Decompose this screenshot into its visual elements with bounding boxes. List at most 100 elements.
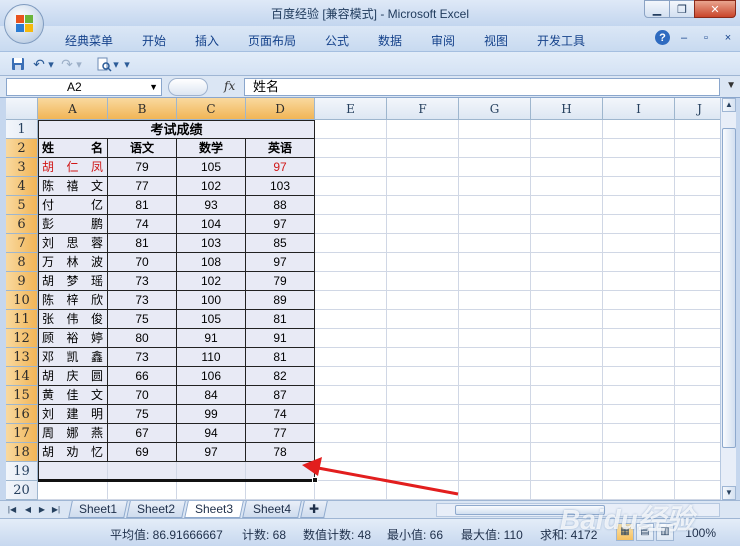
header-chinese-cell[interactable]: 语文 (108, 139, 177, 158)
vertical-scrollbar[interactable]: ▲ ▼ (720, 98, 736, 500)
english-score-cell[interactable]: 79 (246, 272, 315, 291)
name-cell[interactable]: 陈梓欣 (38, 291, 108, 310)
column-header-e[interactable]: E (315, 98, 387, 120)
page-layout-view-icon[interactable]: ▤ (636, 523, 654, 541)
name-box[interactable]: A2 ▼ (6, 78, 162, 96)
row-header-10[interactable]: 10 (6, 291, 38, 310)
cell[interactable] (387, 424, 459, 443)
cell[interactable] (603, 139, 675, 158)
cell[interactable] (387, 234, 459, 253)
cell[interactable] (531, 177, 603, 196)
redo-icon[interactable]: ↷ (60, 56, 74, 72)
chinese-score-cell[interactable]: 74 (108, 215, 177, 234)
chinese-score-cell[interactable]: 67 (108, 424, 177, 443)
office-button[interactable] (4, 4, 44, 44)
cell[interactable] (603, 462, 675, 481)
name-cell[interactable]: 付亿 (38, 196, 108, 215)
tab-formulas[interactable]: 公式 (325, 32, 349, 49)
english-score-cell[interactable]: 74 (246, 405, 315, 424)
header-math-cell[interactable]: 数学 (177, 139, 246, 158)
cell[interactable] (603, 443, 675, 462)
row-header-2[interactable]: 2 (6, 139, 38, 158)
sheet-tab-2[interactable]: Sheet2 (126, 501, 186, 518)
prev-sheet-icon[interactable]: ◀ (22, 503, 34, 516)
cell[interactable] (675, 120, 720, 139)
cell[interactable] (675, 234, 720, 253)
cell[interactable] (315, 120, 387, 139)
cell[interactable] (603, 234, 675, 253)
cell[interactable] (675, 329, 720, 348)
cell[interactable] (315, 253, 387, 272)
chinese-score-cell[interactable]: 69 (108, 443, 177, 462)
cell[interactable] (387, 291, 459, 310)
cell[interactable] (177, 481, 246, 500)
cell[interactable] (315, 405, 387, 424)
save-icon[interactable] (10, 56, 26, 72)
cell[interactable] (531, 405, 603, 424)
name-cell[interactable]: 黄佳文 (38, 386, 108, 405)
row-header-16[interactable]: 16 (6, 405, 38, 424)
cell[interactable] (675, 158, 720, 177)
row-header-15[interactable]: 15 (6, 386, 38, 405)
cell[interactable] (675, 348, 720, 367)
cell[interactable] (315, 177, 387, 196)
english-score-cell[interactable]: 97 (246, 215, 315, 234)
formula-buttons[interactable] (168, 78, 208, 96)
math-score-cell[interactable]: 103 (177, 234, 246, 253)
cell[interactable] (531, 234, 603, 253)
ribbon-restore-icon[interactable]: ▫ (698, 30, 714, 46)
row-header-7[interactable]: 7 (6, 234, 38, 253)
tab-home[interactable]: 开始 (142, 32, 166, 49)
cell[interactable] (675, 253, 720, 272)
cell[interactable] (531, 253, 603, 272)
insert-sheet-button[interactable]: ✚ (300, 501, 328, 518)
cell[interactable] (603, 310, 675, 329)
cell[interactable] (531, 443, 603, 462)
cell[interactable] (387, 443, 459, 462)
cell[interactable] (387, 348, 459, 367)
english-score-cell[interactable]: 103 (246, 177, 315, 196)
row-header-11[interactable]: 11 (6, 310, 38, 329)
column-header-j[interactable]: J (675, 98, 720, 120)
math-score-cell[interactable]: 93 (177, 196, 246, 215)
math-score-cell[interactable]: 102 (177, 272, 246, 291)
name-cell[interactable]: 彭鹏 (38, 215, 108, 234)
sheet-tab-1[interactable]: Sheet1 (68, 501, 128, 518)
tab-view[interactable]: 视图 (484, 32, 508, 49)
math-score-cell[interactable]: 91 (177, 329, 246, 348)
cell[interactable] (675, 272, 720, 291)
math-score-cell[interactable]: 105 (177, 158, 246, 177)
row-header-1[interactable]: 1 (6, 120, 38, 139)
chinese-score-cell[interactable]: 75 (108, 310, 177, 329)
cell[interactable] (387, 272, 459, 291)
math-score-cell[interactable]: 108 (177, 253, 246, 272)
column-header-d[interactable]: D (246, 98, 315, 120)
cell[interactable] (315, 158, 387, 177)
column-header-h[interactable]: H (531, 98, 603, 120)
cell[interactable] (459, 310, 531, 329)
math-score-cell[interactable]: 97 (177, 443, 246, 462)
cell[interactable] (531, 386, 603, 405)
cell[interactable] (675, 139, 720, 158)
cell[interactable] (387, 196, 459, 215)
math-score-cell[interactable]: 106 (177, 367, 246, 386)
cell[interactable] (387, 481, 459, 500)
row-header-3[interactable]: 3 (6, 158, 38, 177)
name-cell[interactable]: 胡仁凤 (38, 158, 108, 177)
normal-view-icon[interactable]: ▦ (616, 523, 634, 541)
cell[interactable] (603, 291, 675, 310)
tab-review[interactable]: 审阅 (431, 32, 455, 49)
cell[interactable] (38, 481, 108, 500)
cell[interactable] (459, 386, 531, 405)
cell[interactable] (603, 253, 675, 272)
cell[interactable] (603, 424, 675, 443)
help-icon[interactable]: ? (655, 30, 670, 45)
row-header-12[interactable]: 12 (6, 329, 38, 348)
cell[interactable] (603, 367, 675, 386)
chinese-score-cell[interactable]: 73 (108, 272, 177, 291)
chinese-score-cell[interactable]: 77 (108, 177, 177, 196)
cell[interactable] (315, 443, 387, 462)
cell[interactable] (387, 462, 459, 481)
cell[interactable] (531, 272, 603, 291)
cell[interactable] (459, 234, 531, 253)
